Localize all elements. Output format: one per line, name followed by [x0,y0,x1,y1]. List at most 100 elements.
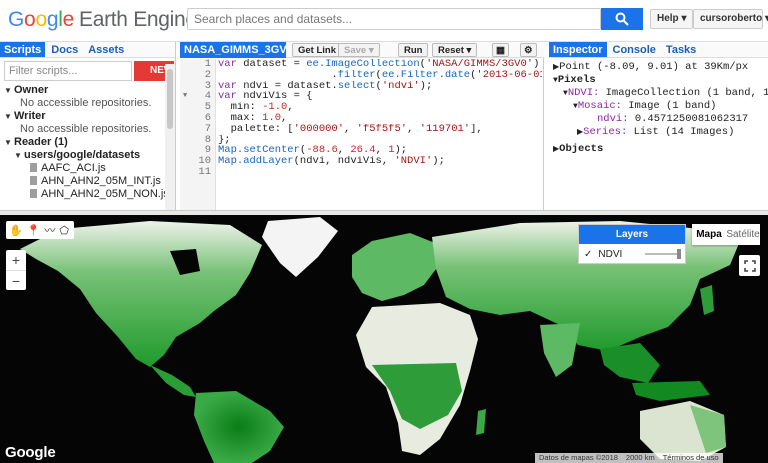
southeast-asia-shape [600,343,660,383]
slider-thumb[interactable] [677,249,681,259]
code-line[interactable]: Map.addLayer(ndvi, ndviVis, 'NDVI'); [218,156,542,167]
tab-inspector[interactable]: Inspector [549,42,607,57]
apps-button[interactable]: ▦ [492,43,509,57]
map-type-satellite-button[interactable]: Satélite [726,224,760,245]
file-label: AAFC_ACI.js [41,162,106,174]
scrollbar-thumb[interactable] [167,69,173,129]
tree-file[interactable]: AHN_AHN2_05M_INT.js [0,175,168,188]
help-button[interactable]: Help ▾ [650,9,694,29]
code-line[interactable]: Map.setCenter(-88.6, 26.4, 1); [218,145,542,156]
search-input[interactable]: Search places and datasets... [187,8,601,30]
zoom-in-button[interactable]: + [6,250,26,270]
right-tabs: Inspector Console Tasks [549,42,768,58]
tree-note: No accessible repositories. [20,97,152,109]
top-bar: Google Earth Engine Search places and dat… [0,0,768,42]
settings-button[interactable]: ⚙ [520,43,537,57]
tree-file[interactable]: AAFC_ACI.js [0,162,168,175]
marker-icon[interactable]: 📍 [27,224,41,237]
user-account-button[interactable]: cursoroberto ▾ [693,9,768,29]
file-icon [30,176,37,185]
line-icon[interactable]: 〰 [44,222,55,238]
tree-file[interactable]: AHN_AHN2_05M_NON.js [0,188,168,201]
map-attribution: Datos de mapas ©2018 2000 km Términos de… [535,453,723,463]
inspector-panel: Inspector Console Tasks ▶Point (-8.09, 9… [549,42,768,210]
scripts-panel: Scripts Docs Assets Filter scripts... NE… [0,42,176,210]
tab-console[interactable]: Console [609,42,660,57]
zoom-out-button[interactable]: − [6,270,26,290]
line-number: 11 [198,165,211,178]
filter-scripts-input[interactable]: Filter scripts... [4,61,132,81]
tab-tasks[interactable]: Tasks [662,42,700,57]
inspector-ndvi-row[interactable]: ▼NDVI: ImageCollection (1 band, 1 [553,87,768,100]
caret-down-icon: ▼ [4,112,12,121]
hand-icon[interactable]: ✋ [9,224,23,237]
tree-item-datasets-repo[interactable]: ▼ users/google/datasets [0,149,168,162]
greenland-shape [262,217,338,277]
opacity-slider[interactable] [645,249,681,259]
save-button[interactable]: Save ▾ [338,43,380,57]
tab-assets[interactable]: Assets [84,42,128,57]
layer-row-ndvi[interactable]: ✓ NDVI [579,244,685,264]
inspector-series-row[interactable]: ▶Series: List (14 Images) [553,126,768,139]
mosaic-value: Image (1 band) [621,100,717,112]
checkbox-checked-icon[interactable]: ✓ [584,249,592,260]
code-line[interactable]: min: -1.0, [218,102,542,113]
code-line[interactable]: var dataset = ee.ImageCollection('NASA/G… [218,59,542,70]
file-icon [30,163,37,172]
tree-item-label: Owner [14,84,49,96]
code-line[interactable]: .filter(ee.Filter.date('2013-06-01', '20… [218,70,542,81]
code-line[interactable]: max: 1.0, [218,113,542,124]
tree-item-label: Writer [14,110,46,122]
north-america-shape [20,221,262,367]
japan-shape [700,285,714,315]
code-line[interactable]: var ndvi = dataset.select('ndvi'); [218,81,542,92]
chevron-down-icon: ▾ [466,45,472,56]
inspector-point-row[interactable]: ▶Point (-8.09, 9.01) at 39Km/px [553,61,768,74]
left-tabs: Scripts Docs Assets [0,42,175,58]
central-america-shape [150,365,196,397]
south-america-shape [194,391,284,463]
tab-scripts[interactable]: Scripts [0,42,46,57]
earth-engine-logo[interactable]: Google Earth Engine [8,8,197,32]
code-line[interactable] [218,167,542,178]
search-icon [615,12,629,26]
tab-docs[interactable]: Docs [47,42,82,57]
save-label: Save [344,45,367,56]
caret-down-icon: ▼ [4,86,12,95]
layers-title[interactable]: Layers [579,225,685,244]
mosaic-key: Mosaic: [577,100,622,112]
inspector-objects-row[interactable]: ▶Objects [553,143,768,156]
map-canvas[interactable]: ✋ 📍 〰 ⬠ + − Layers ✓ NDVI Mapa Satélite … [0,215,768,463]
reset-button[interactable]: Reset ▾ [432,43,478,57]
tree-item-owner[interactable]: ▼ Owner [0,84,168,97]
get-link-button[interactable]: Get Link [292,43,343,57]
series-key: Series: [583,126,628,138]
code-area[interactable]: 1 2 3 ▼ 4 5 6 7 8 9 10 11 var dataset = e… [180,59,544,210]
europe-shape [352,233,440,301]
search-button[interactable] [601,8,643,30]
code-line[interactable]: }; [218,135,542,146]
inspector-pixels-row[interactable]: ▼Pixels [553,74,768,87]
tree-item-reader[interactable]: ▼ Reader (1) [0,136,168,149]
run-button[interactable]: Run [398,43,429,57]
caret-down-icon: ▼ [14,151,22,160]
point-text: Point (-8.09, 9.01) at 39Km/px [559,61,749,73]
ndvi-value: ImageCollection (1 band, 1 [599,87,768,99]
inspector-mosaic-row[interactable]: ▼Mosaic: Image (1 band) [553,100,768,113]
google-logo: Google [5,444,56,461]
fullscreen-button[interactable] [739,255,760,276]
scripts-scrollbar[interactable] [165,64,175,210]
map-type-toggle: Mapa Satélite [692,224,760,245]
tree-item-writer[interactable]: ▼ Writer [0,110,168,123]
fold-toggle-icon[interactable]: ▼ [183,91,187,102]
logo-letter: G [8,8,25,31]
terms-link[interactable]: Términos de uso [663,453,719,463]
map-type-map-button[interactable]: Mapa [692,224,726,245]
code-line[interactable]: var ndviVis = { [218,91,542,102]
layer-name: NDVI [598,248,623,260]
file-name-tab[interactable]: NASA_GIMMS_3GV0... [180,42,286,58]
code-lines[interactable]: var dataset = ee.ImageCollection('NASA/G… [218,59,542,178]
polygon-icon[interactable]: ⬠ [59,224,69,237]
reset-label: Reset [438,45,464,56]
code-line[interactable]: palette: ['000000', 'f5f5f5', '119701'], [218,124,542,135]
